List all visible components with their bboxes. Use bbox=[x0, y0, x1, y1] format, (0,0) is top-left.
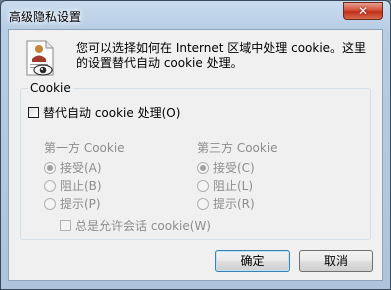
first-party-block-radio[interactable]: 阻止(B) bbox=[44, 177, 102, 194]
dialog-window: 高级隐私设置 ✕ 您可以选择如何在 Internet 区域中处理 cookie。… bbox=[0, 0, 391, 290]
third-party-accept-radio[interactable]: 接受(C) bbox=[197, 159, 255, 176]
always-allow-session-cookie-checkbox[interactable]: 总是允许会话 cookie(W) bbox=[60, 217, 211, 234]
radio-circle[interactable] bbox=[44, 179, 56, 192]
third-party-block-label: 阻止(L) bbox=[213, 179, 254, 193]
description-text: 您可以选择如何在 Internet 区域中处理 cookie。这里的设置替代自动… bbox=[76, 41, 367, 70]
radio-circle[interactable] bbox=[197, 197, 209, 210]
first-party-accept-label: 接受(A) bbox=[60, 161, 102, 175]
dialog-content: 您可以选择如何在 Internet 区域中处理 cookie。这里的设置替代自动… bbox=[8, 29, 383, 281]
always-allow-session-cookie-label: 总是允许会话 cookie(W) bbox=[75, 219, 211, 233]
third-party-prompt-radio[interactable]: 提示(R) bbox=[197, 195, 255, 212]
checkbox-box[interactable] bbox=[28, 107, 39, 118]
privacy-document-icon bbox=[26, 40, 54, 76]
radio-circle[interactable] bbox=[197, 179, 209, 192]
first-party-block-label: 阻止(B) bbox=[60, 179, 102, 193]
close-button[interactable]: ✕ bbox=[343, 2, 383, 20]
override-auto-cookie-checkbox[interactable]: 替代自动 cookie 处理(O) bbox=[28, 104, 180, 121]
third-party-accept-label: 接受(C) bbox=[213, 161, 255, 175]
checkbox-box[interactable] bbox=[60, 220, 71, 231]
cancel-button[interactable]: 取消 bbox=[299, 250, 373, 272]
cookie-group-title: Cookie bbox=[28, 81, 73, 95]
close-icon: ✕ bbox=[357, 4, 369, 18]
third-party-block-radio[interactable]: 阻止(L) bbox=[197, 177, 253, 194]
override-auto-cookie-label: 替代自动 cookie 处理(O) bbox=[43, 106, 181, 120]
ok-button[interactable]: 确定 bbox=[215, 250, 290, 272]
title-bar[interactable]: 高级隐私设置 ✕ bbox=[1, 1, 390, 29]
radio-circle[interactable] bbox=[44, 161, 56, 174]
third-party-header: 第三方 Cookie bbox=[197, 141, 278, 155]
radio-circle[interactable] bbox=[197, 161, 209, 174]
first-party-header: 第一方 Cookie bbox=[44, 141, 125, 155]
first-party-prompt-label: 提示(P) bbox=[60, 197, 101, 211]
first-party-accept-radio[interactable]: 接受(A) bbox=[44, 159, 102, 176]
radio-circle[interactable] bbox=[44, 197, 56, 210]
window-title: 高级隐私设置 bbox=[9, 10, 82, 24]
third-party-prompt-label: 提示(R) bbox=[213, 197, 255, 211]
cookie-groupbox: Cookie 替代自动 cookie 处理(O) 第一方 Cookie 接受(A… bbox=[20, 81, 371, 240]
first-party-prompt-radio[interactable]: 提示(P) bbox=[44, 195, 101, 212]
